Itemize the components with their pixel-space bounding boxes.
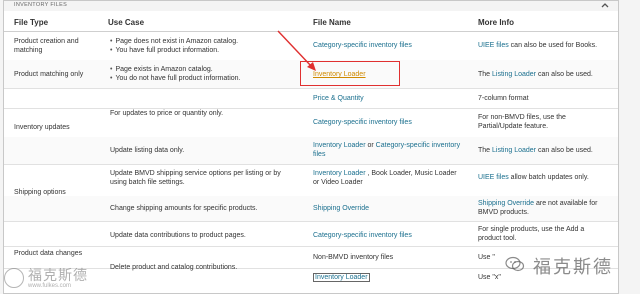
panel-title: INVENTORY FILES bbox=[14, 2, 68, 8]
more-info-text: are not available for bbox=[534, 200, 598, 207]
file-name-cell: Inventory Loader bbox=[313, 273, 370, 282]
more-info-cell: Use " bbox=[478, 254, 495, 261]
uiee-files-link[interactable]: UIEE files bbox=[478, 42, 509, 49]
use-case-cell: Update listing data only. bbox=[110, 147, 185, 154]
table-row: Update listing data only. Inventory Load… bbox=[4, 137, 618, 165]
file-name-cell: Non-BMVD inventory files bbox=[313, 254, 394, 261]
more-info-text: The bbox=[478, 147, 493, 154]
shipping-override-link[interactable]: Shipping Override bbox=[478, 200, 534, 207]
annotation-arrow-icon bbox=[277, 30, 316, 71]
table-row: Update data contributions to product pag… bbox=[4, 221, 618, 247]
file-type-line: Product creation and bbox=[14, 38, 79, 45]
file-type-cell: Product creation and matching bbox=[14, 37, 79, 55]
use-case-bullet: Page exists in Amazon catalog. bbox=[110, 65, 241, 74]
inventory-loader-link[interactable]: Inventory Loader bbox=[313, 273, 370, 282]
category-inventory-files-link-cont[interactable]: files bbox=[313, 150, 460, 159]
use-case-line: using batch file settings. bbox=[110, 179, 185, 186]
category-inventory-files-link[interactable]: Category-specific inventory files bbox=[313, 42, 412, 49]
watermark-text: 福克斯德 bbox=[28, 268, 88, 284]
more-info-line: Partial/Update feature. bbox=[478, 123, 549, 130]
category-inventory-files-link[interactable]: Category-specific inventory files bbox=[313, 232, 412, 239]
more-info-text: The bbox=[478, 71, 493, 78]
table-row: Price & Quantity 7-column format bbox=[4, 88, 618, 109]
column-header-use-case: Use Case bbox=[108, 18, 145, 27]
file-type-cell: Product matching only bbox=[14, 71, 84, 78]
table-row: Change shipping amounts for specific pro… bbox=[4, 196, 618, 222]
more-info-text: can also be used. bbox=[536, 147, 593, 154]
file-type-line: matching bbox=[14, 47, 43, 54]
table-row: Inventory updates For updates to price o… bbox=[4, 108, 618, 138]
use-case-bullet: Page does not exist in Amazon catalog. bbox=[110, 37, 238, 46]
more-info-line: For single products, use the Add a bbox=[478, 226, 585, 233]
file-name-cell: Category-specific inventory files bbox=[313, 41, 412, 50]
file-name-cell: Shipping Override bbox=[313, 204, 369, 213]
more-info-text: allow batch updates only. bbox=[508, 174, 589, 181]
listing-loader-link[interactable]: Listing Loader bbox=[492, 71, 536, 78]
watermark-text: 福克斯德 bbox=[533, 257, 613, 278]
shipping-override-link[interactable]: Shipping Override bbox=[313, 205, 369, 212]
table-row: Shipping options Update BMVD shipping se… bbox=[4, 164, 618, 197]
screenshot-frame: INVENTORY FILES File Type Use Case File … bbox=[0, 0, 640, 294]
more-info-line: product tool. bbox=[478, 235, 517, 242]
column-header-file-type: File Type bbox=[14, 18, 49, 27]
file-name-cell: Category-specific inventory files bbox=[313, 231, 412, 240]
more-info-text: can also be used for Books. bbox=[508, 42, 598, 49]
file-name-cell: Inventory Loader , Book Loader, Music Lo… bbox=[313, 169, 457, 187]
more-info-text: can also be used. bbox=[536, 71, 593, 78]
category-inventory-files-link[interactable]: Category-specific inventory files bbox=[313, 119, 412, 126]
watermark-logo-icon bbox=[4, 268, 24, 288]
file-name-cell: Price & Quantity bbox=[313, 94, 364, 103]
more-info-cell: 7-column format bbox=[478, 95, 529, 102]
column-header-file-name: File Name bbox=[313, 18, 351, 27]
listing-loader-link[interactable]: Listing Loader bbox=[492, 147, 536, 154]
column-header-more-info: More Info bbox=[478, 18, 514, 27]
file-name-cell: Category-specific inventory files bbox=[313, 118, 412, 127]
more-info-cell: Shipping Override are not available for … bbox=[478, 199, 597, 217]
more-info-line: BMVD products. bbox=[478, 209, 529, 216]
file-name-cell: Inventory Loader or Category-specific in… bbox=[313, 141, 460, 159]
more-info-cell: Use "x" bbox=[478, 274, 501, 281]
or-text: or bbox=[365, 142, 376, 149]
watermark-subtext: www.fulkes.com bbox=[28, 283, 72, 289]
inventory-loader-link[interactable]: Inventory Loader bbox=[313, 142, 366, 149]
use-case-cell: Change shipping amounts for specific pro… bbox=[110, 205, 258, 212]
watermark-right: 福克斯德 bbox=[505, 250, 640, 280]
use-case-bullet: You have full product information. bbox=[110, 46, 238, 55]
use-case-bullet: You do not have full product information… bbox=[110, 74, 240, 83]
more-info-cell: For non-BMVD files, use the Partial/Upda… bbox=[478, 113, 566, 131]
file-name-text: , Book Loader, Music Loader bbox=[365, 170, 457, 177]
use-case-cell: Update data contributions to product pag… bbox=[110, 232, 246, 239]
file-name-text: or Video Loader bbox=[313, 179, 363, 186]
use-case-line: Update BMVD shipping service options per… bbox=[110, 170, 281, 177]
more-info-cell: The Listing Loader can also be used. bbox=[478, 70, 593, 79]
use-case-cell: Update BMVD shipping service options per… bbox=[110, 169, 281, 187]
use-case-cell: For updates to price or quantity only. bbox=[110, 110, 224, 117]
file-type-cell: Product data changes bbox=[14, 250, 83, 257]
wechat-icon bbox=[505, 256, 525, 272]
file-type-cell: Inventory updates bbox=[14, 124, 70, 131]
use-case-cell: Page does not exist in Amazon catalog. Y… bbox=[110, 37, 238, 55]
more-info-line: For non-BMVD files, use the bbox=[478, 114, 566, 121]
category-inventory-files-link[interactable]: Category-specific inventory bbox=[376, 142, 460, 149]
price-quantity-link[interactable]: Price & Quantity bbox=[313, 95, 364, 102]
chevron-up-icon[interactable] bbox=[600, 1, 610, 10]
more-info-cell: UIEE files can also be used for Books. bbox=[478, 41, 597, 50]
watermark-left: 福克斯德 www.fulkes.com bbox=[0, 262, 200, 294]
inventory-loader-link[interactable]: Inventory Loader bbox=[313, 170, 366, 177]
more-info-cell: The Listing Loader can also be used. bbox=[478, 146, 593, 155]
uiee-files-link[interactable]: UIEE files bbox=[478, 174, 509, 181]
more-info-cell: For single products, use the Add a produ… bbox=[478, 225, 584, 243]
more-info-cell: UIEE files allow batch updates only. bbox=[478, 173, 589, 182]
use-case-cell: Page exists in Amazon catalog. You do no… bbox=[110, 65, 241, 83]
